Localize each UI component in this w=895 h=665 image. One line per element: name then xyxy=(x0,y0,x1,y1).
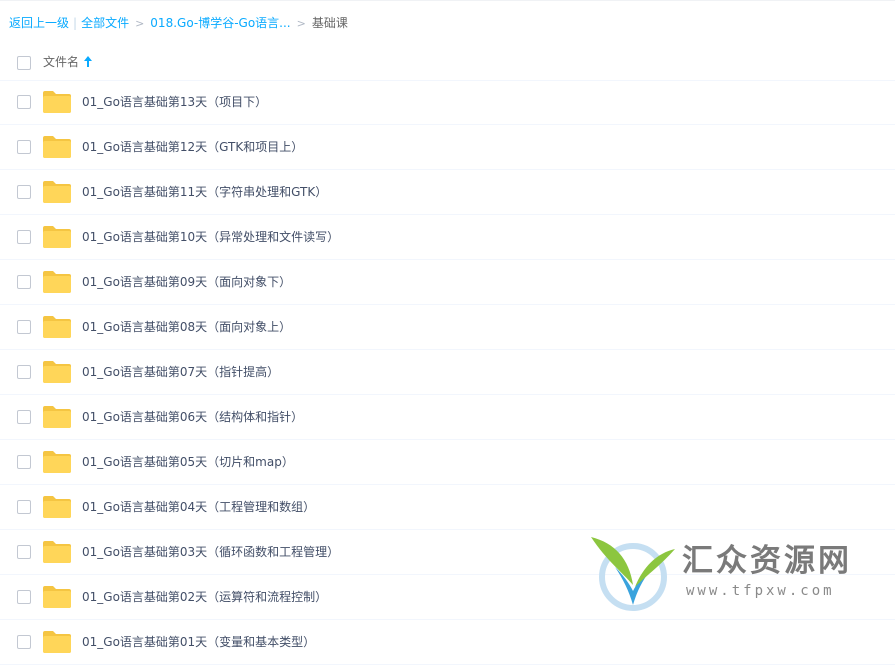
row-checkbox[interactable] xyxy=(17,95,31,109)
arrow-up-icon[interactable] xyxy=(83,55,93,69)
breadcrumb-separator: > xyxy=(135,17,145,30)
file-name[interactable]: 01_Go语言基础第12天（GTK和项目上） xyxy=(82,139,303,155)
file-name[interactable]: 01_Go语言基础第13天（项目下） xyxy=(82,94,267,110)
file-name[interactable]: 01_Go语言基础第03天（循环函数和工程管理） xyxy=(82,544,339,560)
file-name[interactable]: 01_Go语言基础第04天（工程管理和数组） xyxy=(82,499,315,515)
file-name[interactable]: 01_Go语言基础第11天（字符串处理和GTK） xyxy=(82,184,327,200)
folder-icon xyxy=(43,316,71,338)
row-checkbox[interactable] xyxy=(17,590,31,604)
breadcrumb-parent-folder-link[interactable]: 018.Go-博学谷-Go语言... xyxy=(150,16,290,30)
folder-icon xyxy=(43,361,71,383)
file-name[interactable]: 01_Go语言基础第01天（变量和基本类型） xyxy=(82,634,315,650)
row-checkbox[interactable] xyxy=(17,140,31,154)
list-item[interactable]: 01_Go语言基础第05天（切片和map） xyxy=(0,440,895,485)
row-checkbox[interactable] xyxy=(17,365,31,379)
row-checkbox[interactable] xyxy=(17,185,31,199)
list-item[interactable]: 01_Go语言基础第10天（异常处理和文件读写） xyxy=(0,215,895,260)
list-item[interactable]: 01_Go语言基础第08天（面向对象上） xyxy=(0,305,895,350)
top-divider xyxy=(0,0,895,4)
file-name[interactable]: 01_Go语言基础第07天（指针提高） xyxy=(82,364,279,380)
row-checkbox[interactable] xyxy=(17,410,31,424)
file-list-header: 文件名 xyxy=(0,47,895,81)
list-item[interactable]: 01_Go语言基础第13天（项目下） xyxy=(0,80,895,125)
breadcrumb-separator: | xyxy=(73,16,78,30)
list-item[interactable]: 01_Go语言基础第03天（循环函数和工程管理） xyxy=(0,530,895,575)
breadcrumb-current-folder: 基础课 xyxy=(311,16,348,30)
file-name[interactable]: 01_Go语言基础第08天（面向对象上） xyxy=(82,319,291,335)
file-name-column-header[interactable]: 文件名 xyxy=(43,54,79,70)
row-checkbox[interactable] xyxy=(17,275,31,289)
folder-icon xyxy=(43,631,71,653)
select-all-checkbox[interactable] xyxy=(17,56,31,70)
folder-icon xyxy=(43,181,71,203)
list-item[interactable]: 01_Go语言基础第11天（字符串处理和GTK） xyxy=(0,170,895,215)
folder-icon xyxy=(43,136,71,158)
folder-icon xyxy=(43,586,71,608)
row-checkbox[interactable] xyxy=(17,230,31,244)
file-name[interactable]: 01_Go语言基础第06天（结构体和指针） xyxy=(82,409,303,425)
list-item[interactable]: 01_Go语言基础第09天（面向对象下） xyxy=(0,260,895,305)
file-name[interactable]: 01_Go语言基础第10天（异常处理和文件读写） xyxy=(82,229,339,245)
row-checkbox[interactable] xyxy=(17,635,31,649)
folder-icon xyxy=(43,91,71,113)
list-item[interactable]: 01_Go语言基础第04天（工程管理和数组） xyxy=(0,485,895,530)
folder-icon xyxy=(43,271,71,293)
file-name[interactable]: 01_Go语言基础第09天（面向对象下） xyxy=(82,274,291,290)
row-checkbox[interactable] xyxy=(17,500,31,514)
folder-icon xyxy=(43,496,71,518)
breadcrumb-separator: > xyxy=(296,17,306,30)
list-item[interactable]: 01_Go语言基础第06天（结构体和指针） xyxy=(0,395,895,440)
row-checkbox[interactable] xyxy=(17,320,31,334)
list-item[interactable]: 01_Go语言基础第01天（变量和基本类型） xyxy=(0,620,895,665)
file-name[interactable]: 01_Go语言基础第02天（运算符和流程控制） xyxy=(82,589,327,605)
list-item[interactable]: 01_Go语言基础第02天（运算符和流程控制） xyxy=(0,575,895,620)
file-name[interactable]: 01_Go语言基础第05天（切片和map） xyxy=(82,454,294,470)
list-item[interactable]: 01_Go语言基础第07天（指针提高） xyxy=(0,350,895,395)
file-list: 01_Go语言基础第13天（项目下） 01_Go语言基础第12天（GTK和项目上）… xyxy=(0,80,895,665)
folder-icon xyxy=(43,226,71,248)
row-checkbox[interactable] xyxy=(17,545,31,559)
folder-icon xyxy=(43,451,71,473)
folder-icon xyxy=(43,406,71,428)
folder-icon xyxy=(43,541,71,563)
breadcrumb-back-link[interactable]: 返回上一级 xyxy=(9,16,69,30)
list-item[interactable]: 01_Go语言基础第12天（GTK和项目上） xyxy=(0,125,895,170)
breadcrumb: 返回上一级 | 全部文件 >018.Go-博学谷-Go语言... > 基础课 xyxy=(9,14,348,32)
breadcrumb-all-files-link[interactable]: 全部文件 xyxy=(81,16,129,30)
row-checkbox[interactable] xyxy=(17,455,31,469)
